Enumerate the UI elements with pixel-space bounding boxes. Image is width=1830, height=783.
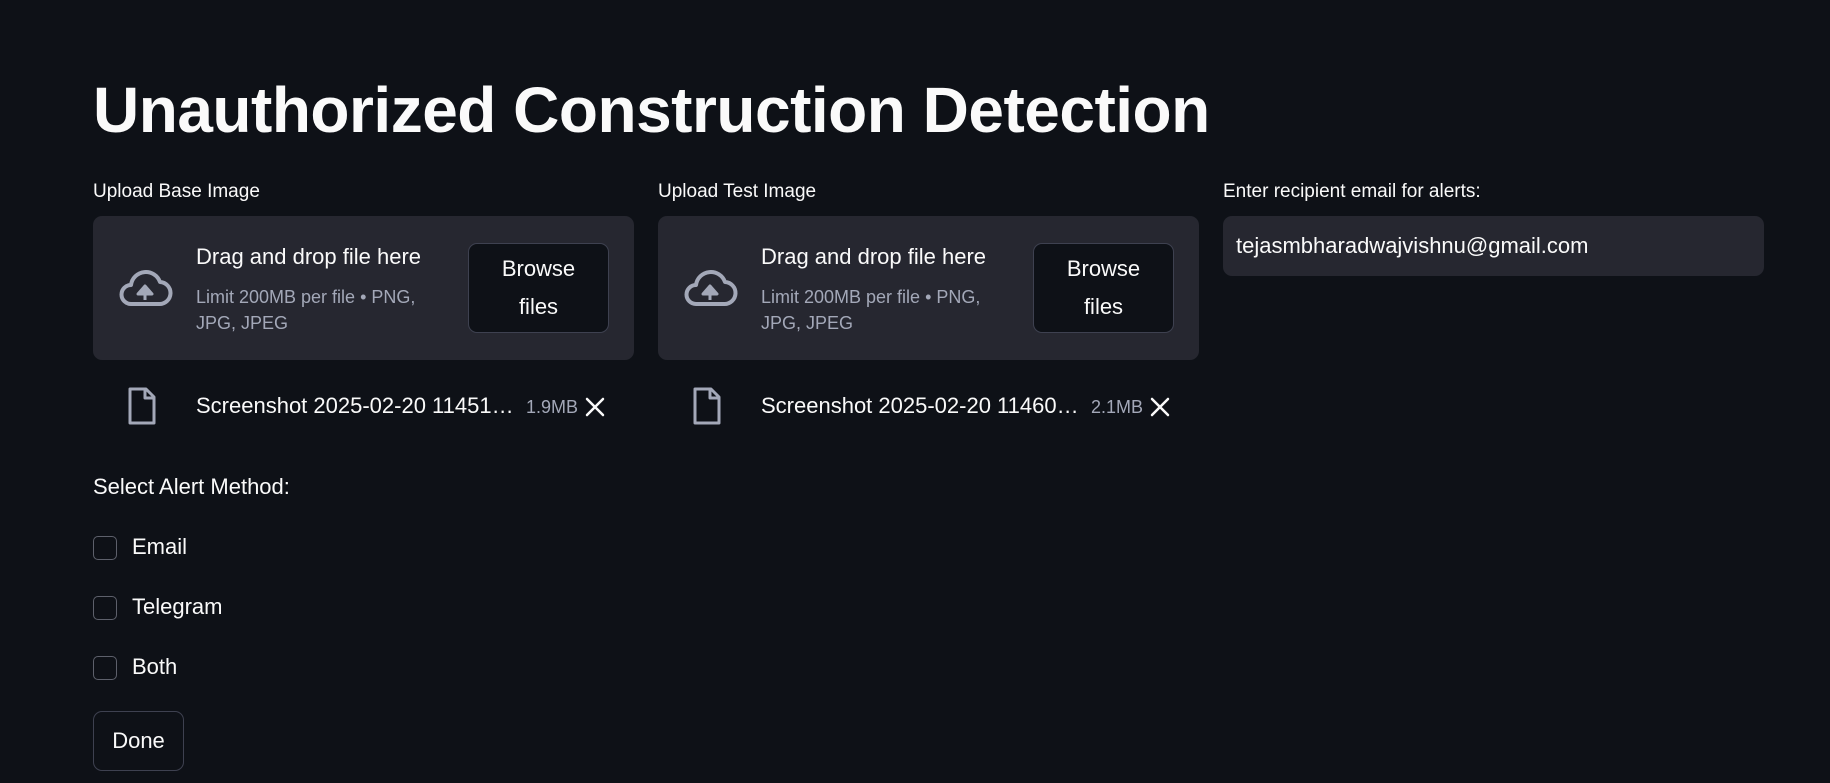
test-upload-label: Upload Test Image: [658, 181, 817, 202]
base-image-dropzone[interactable]: Drag and drop file here Limit 200MB per …: [93, 216, 634, 360]
page-title: Unauthorized Construction Detection: [93, 74, 1210, 146]
base-file-size: 1.9MB: [526, 397, 579, 417]
base-file-name: Screenshot 2025-02-20 11451…: [196, 393, 514, 418]
test-dropzone-limit: Limit 200MB per file • PNG, JPG, JPEG: [761, 287, 981, 333]
file-icon: [693, 387, 721, 425]
base-dropzone-title: Drag and drop file here: [196, 244, 422, 269]
base-upload-label: Upload Base Image: [93, 181, 260, 202]
alert-method-label: Select Alert Method:: [93, 474, 290, 499]
file-icon: [128, 387, 156, 425]
recipient-email-input[interactable]: [1223, 216, 1764, 276]
checkbox-email-label: Email: [132, 534, 188, 559]
checkbox-both-label: Both: [132, 654, 178, 679]
cloud-upload-icon: [119, 270, 173, 306]
checkbox-box[interactable]: [93, 656, 117, 680]
checkbox-telegram-label: Telegram: [132, 594, 223, 619]
test-file-name: Screenshot 2025-02-20 11460…: [761, 393, 1079, 418]
close-icon[interactable]: [1148, 395, 1172, 419]
test-browse-files-button[interactable]: Browse files: [1033, 243, 1174, 333]
test-dropzone-title: Drag and drop file here: [761, 244, 987, 269]
test-file-size: 2.1MB: [1091, 397, 1144, 417]
done-button[interactable]: Done: [93, 711, 184, 771]
email-label: Enter recipient email for alerts:: [1223, 181, 1481, 202]
base-browse-files-button[interactable]: Browse files: [468, 243, 609, 333]
app-root: Unauthorized Construction Detection Uplo…: [0, 0, 1830, 783]
test-image-dropzone[interactable]: Drag and drop file here Limit 200MB per …: [658, 216, 1199, 360]
checkbox-box[interactable]: [93, 596, 117, 620]
close-icon[interactable]: [583, 395, 607, 419]
base-dropzone-limit: Limit 200MB per file • PNG, JPG, JPEG: [196, 287, 416, 333]
test-uploaded-file: Screenshot 2025-02-20 11460… 2.1MB: [658, 387, 1199, 427]
cloud-upload-icon: [684, 270, 738, 306]
base-uploaded-file: Screenshot 2025-02-20 11451… 1.9MB: [93, 387, 634, 427]
checkbox-box[interactable]: [93, 536, 117, 560]
